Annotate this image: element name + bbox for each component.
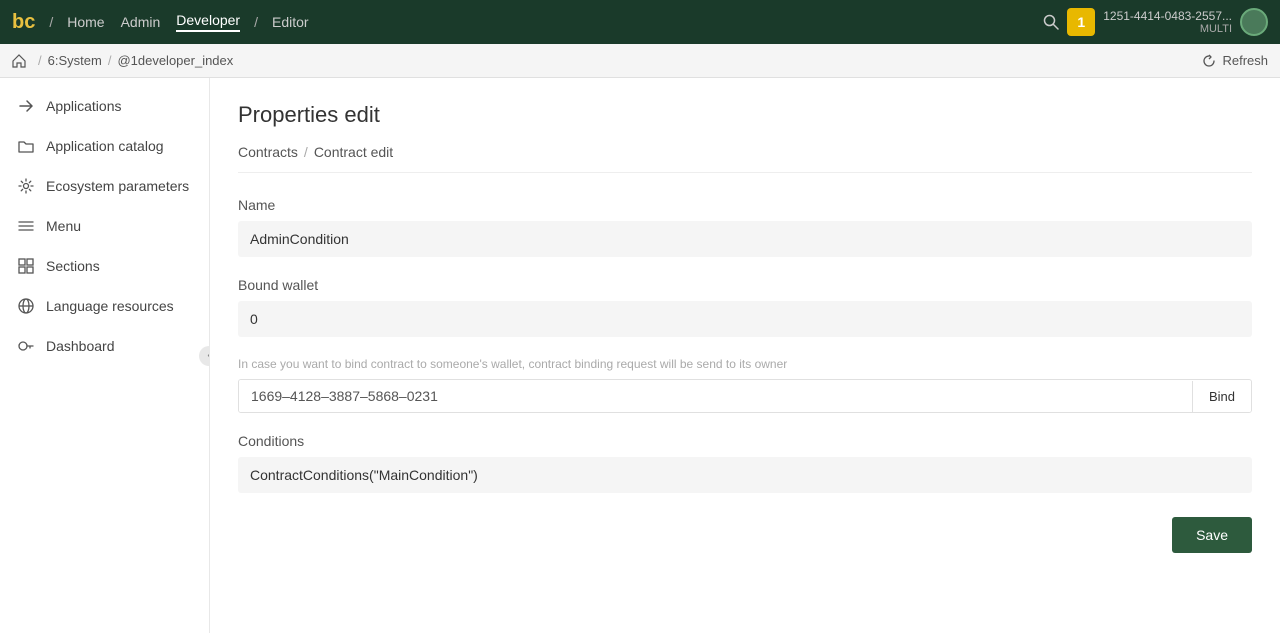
breadcrumb-sep: / [304,144,308,160]
refresh-button[interactable]: Refresh [1202,53,1268,68]
account-id: 1251-4414-0483-2557... [1103,9,1232,23]
nav-sep-2: / [254,14,258,30]
globe-icon [16,296,36,316]
refresh-label: Refresh [1222,53,1268,68]
key-icon [16,336,36,356]
bound-wallet-section: Bound wallet [238,277,1252,337]
folder-icon [16,136,36,156]
name-input[interactable] [238,221,1252,257]
gear-icon [16,176,36,196]
bind-button[interactable]: Bind [1192,381,1251,412]
bound-wallet-label: Bound wallet [238,277,1252,293]
navbar-right: 1 1251-4414-0483-2557... MULTI [1043,8,1268,36]
sidebar-item-label: Dashboard [46,338,115,354]
sidebar-item-label: Applications [46,98,122,114]
bound-wallet-input[interactable] [238,301,1252,337]
sidebar-item-menu[interactable]: Menu [0,206,209,246]
breadcrumb-contract-edit: Contract edit [314,144,393,160]
nav-developer[interactable]: Developer [176,12,240,32]
conditions-input[interactable] [238,457,1252,493]
bind-wallet-input[interactable] [239,380,1192,412]
sidebar-item-catalog[interactable]: Application catalog [0,126,209,166]
page-title: Properties edit [238,102,1252,128]
menu-icon [16,216,36,236]
conditions-label: Conditions [238,433,1252,449]
nav-admin[interactable]: Admin [121,14,161,30]
name-section: Name [238,197,1252,257]
conditions-section: Conditions [238,433,1252,493]
breadcrumb-system[interactable]: 6:System [48,53,102,68]
nav-home[interactable]: Home [67,14,104,30]
main-layout: Applications Application catalog Ecosyst… [0,78,1280,633]
search-button[interactable] [1043,14,1059,30]
save-row: Save [238,517,1252,573]
content-area: Properties edit Contracts / Contract edi… [210,78,1280,633]
logo: bc [12,11,35,34]
sidebar-item-dashboard[interactable]: Dashboard [0,326,209,366]
account-multi: MULTI [1200,23,1232,35]
breadcrumb-sep-1: / [38,53,42,68]
navbar: bc / Home Admin Developer / Editor 1 125… [0,0,1280,44]
nav-editor[interactable]: Editor [272,14,309,30]
bind-row: Bind [238,379,1252,413]
notification-badge[interactable]: 1 [1067,8,1095,36]
breadcrumb-contracts[interactable]: Contracts [238,144,298,160]
sidebar-item-label: Application catalog [46,138,164,154]
sidebar-item-ecosystem[interactable]: Ecosystem parameters [0,166,209,206]
sidebar-item-label: Ecosystem parameters [46,178,189,194]
sidebar-item-label: Language resources [46,298,174,314]
sidebar-item-sections[interactable]: Sections [0,246,209,286]
sidebar-item-language[interactable]: Language resources [0,286,209,326]
name-label: Name [238,197,1252,213]
content-breadcrumb: Contracts / Contract edit [238,144,1252,173]
breadcrumb-sep-2: / [108,53,112,68]
sidebar-item-label: Sections [46,258,100,274]
account-info: 1251-4414-0483-2557... MULTI [1103,9,1232,35]
home-icon[interactable] [12,54,26,68]
sidebar-item-applications[interactable]: Applications [0,86,209,126]
avatar[interactable] [1240,8,1268,36]
search-icon [1043,14,1059,30]
refresh-icon [1202,54,1216,68]
sections-icon [16,256,36,276]
breadcrumb-bar: / 6:System / @1developer_index Refresh [0,44,1280,78]
nav-sep-1: / [49,14,53,30]
bind-help-text: In case you want to bind contract to som… [238,357,1252,371]
sidebar: Applications Application catalog Ecosyst… [0,78,210,633]
save-button[interactable]: Save [1172,517,1252,553]
arrow-icon [16,96,36,116]
sidebar-item-label: Menu [46,218,81,234]
breadcrumb-page: @1developer_index [117,53,233,68]
